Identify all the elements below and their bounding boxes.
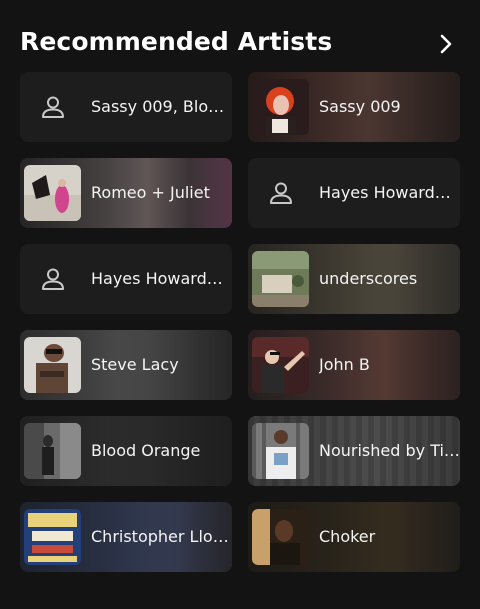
artist-card-steve-lacy[interactable]: Steve Lacy: [20, 330, 232, 400]
person-icon: [252, 165, 309, 221]
artist-name: Sassy 009, Blood Orange: [91, 97, 227, 116]
artist-card-sassy-009-blood-orange[interactable]: Sassy 009, Blood Orange: [20, 72, 232, 142]
artist-photo: [252, 423, 309, 479]
artist-card-christopher-lloyd[interactable]: Christopher Lloyd: [20, 502, 232, 572]
artist-photo: [24, 165, 81, 221]
artist-card-nourished-by-time[interactable]: Nourished by Time: [248, 416, 460, 486]
artist-name: Choker: [319, 527, 376, 546]
artist-photo: [252, 79, 309, 135]
artist-photo: [24, 423, 81, 479]
chevron-right-icon[interactable]: [432, 30, 460, 58]
person-icon: [24, 251, 81, 307]
artist-card-sassy-009[interactable]: Sassy 009: [248, 72, 460, 142]
artist-name: Blood Orange: [91, 441, 201, 460]
artist-photo: [252, 251, 309, 307]
artist-card-blood-orange[interactable]: Blood Orange: [20, 416, 232, 486]
artist-card-romeo-juliet[interactable]: Romeo + Juliet: [20, 158, 232, 228]
artist-card-hayes-howard[interactable]: Hayes Howard, Hayes Howard: [248, 158, 460, 228]
artist-name: Christopher Lloyd: [91, 527, 232, 546]
artist-name: Sassy 009: [319, 97, 401, 116]
artist-name: Hayes Howard, Hayes Howard: [91, 269, 227, 288]
artist-card-underscores[interactable]: underscores: [248, 244, 460, 314]
artist-photo: [24, 337, 81, 393]
artist-photo: [252, 509, 309, 565]
artist-photo: [252, 337, 309, 393]
artist-name: John B: [319, 355, 370, 374]
section-header: Recommended Artists: [20, 24, 460, 64]
artist-card-john-b[interactable]: John B: [248, 330, 460, 400]
artist-card-hayes-howard[interactable]: Hayes Howard, Hayes Howard: [20, 244, 232, 314]
artist-name: Hayes Howard, Hayes Howard: [319, 183, 455, 202]
artist-name: Steve Lacy: [91, 355, 179, 374]
artist-name: underscores: [319, 269, 418, 288]
artist-name: Romeo + Juliet: [91, 183, 210, 202]
artist-name: Nourished by Time: [319, 441, 460, 460]
artist-photo: [24, 509, 81, 565]
section-title: Recommended Artists: [20, 27, 333, 56]
artist-card-choker[interactable]: Choker: [248, 502, 460, 572]
person-icon: [24, 79, 81, 135]
